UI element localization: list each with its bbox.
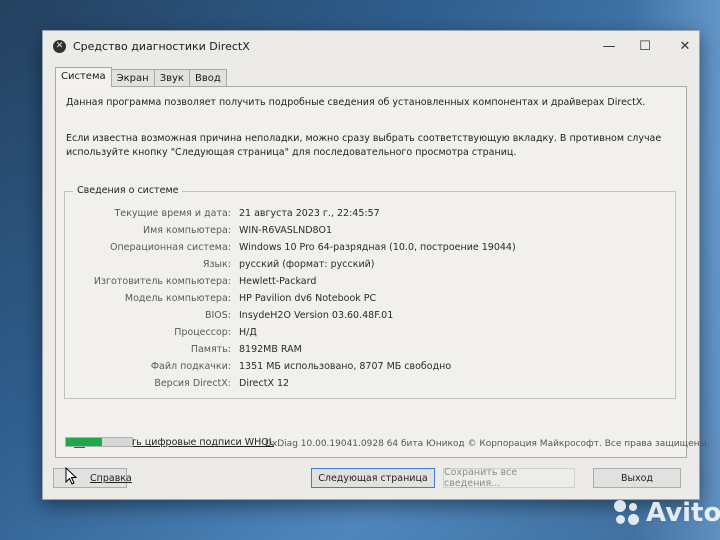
tab-display[interactable]: Экран xyxy=(110,69,155,87)
info-row-os: Операционная система: Windows 10 Pro 64-… xyxy=(65,242,665,258)
info-label: Текущие время и дата: xyxy=(114,208,231,219)
title-bar[interactable]: ✕ Средство диагностики DirectX — ☐ ✕ xyxy=(43,31,699,61)
info-row-pagefile: Файл подкачки: 1351 МБ использовано, 870… xyxy=(65,361,665,377)
progress-bar xyxy=(65,437,133,447)
info-row-computer-name: Имя компьютера: WIN-R6VASLND8O1 xyxy=(65,225,665,241)
avito-watermark: Avito xyxy=(612,498,720,528)
system-info-title: Сведения о системе xyxy=(73,185,183,196)
close-button[interactable]: ✕ xyxy=(675,37,695,55)
window-title: Средство диагностики DirectX xyxy=(73,39,250,53)
info-row-language: Язык: русский (формат: русский) xyxy=(65,259,665,275)
info-value: HP Pavilion dv6 Notebook PC xyxy=(239,293,377,304)
tab-sound[interactable]: Звук xyxy=(153,69,190,87)
info-label: Версия DirectX: xyxy=(154,378,231,389)
maximize-button[interactable]: ☐ xyxy=(635,37,655,55)
tab-system[interactable]: Система xyxy=(55,67,112,87)
info-value: WIN-R6VASLND8O1 xyxy=(239,225,333,236)
avito-logo-icon xyxy=(612,498,642,528)
info-label: Изготовитель компьютера: xyxy=(93,276,231,287)
info-row-datetime: Текущие время и дата: 21 августа 2023 г.… xyxy=(65,208,665,224)
minimize-button[interactable]: — xyxy=(599,37,619,55)
avito-watermark-text: Avito xyxy=(646,498,720,528)
info-row-processor: Процессор: Н/Д xyxy=(65,327,665,343)
info-value: DirectX 12 xyxy=(239,378,290,389)
hint-text: Если известна возможная причина неполадк… xyxy=(66,133,662,158)
info-row-directx-version: Версия DirectX: DirectX 12 xyxy=(65,378,665,394)
copyright-text: DxDiag 10.00.19041.0928 64 бита Юникод ©… xyxy=(265,439,710,449)
info-row-model: Модель компьютера: HP Pavilion dv6 Noteb… xyxy=(65,293,665,309)
tab-input[interactable]: Ввод xyxy=(188,69,227,87)
next-page-button[interactable]: Следующая страница xyxy=(311,468,435,488)
exit-button[interactable]: Выход xyxy=(593,468,681,488)
info-value: русский (формат: русский) xyxy=(239,259,375,270)
info-value: Н/Д xyxy=(239,327,257,338)
info-label: Процессор: xyxy=(174,327,231,338)
info-value: Windows 10 Pro 64-разрядная (10.0, постр… xyxy=(239,242,516,253)
info-value: 1351 МБ использовано, 8707 МБ свободно xyxy=(239,361,452,372)
info-value: 8192MB RAM xyxy=(239,344,302,355)
intro-text: Данная программа позволяет получить подр… xyxy=(66,97,646,108)
info-label: Модель компьютера: xyxy=(124,293,231,304)
info-label: Память: xyxy=(190,344,231,355)
system-tab-panel: Данная программа позволяет получить подр… xyxy=(55,86,687,458)
mouse-cursor-icon xyxy=(65,467,77,485)
info-row-bios: BIOS: InsydeH2O Version 03.60.48F.01 xyxy=(65,310,665,326)
info-label: BIOS: xyxy=(204,310,231,321)
save-all-info-button[interactable]: Сохранить все сведения... xyxy=(443,467,575,489)
info-label: Операционная система: xyxy=(109,242,231,253)
info-row-memory: Память: 8192MB RAM xyxy=(65,344,665,360)
info-value: 21 августа 2023 г., 22:45:57 xyxy=(239,208,380,219)
dxdiag-window: ✕ Средство диагностики DirectX — ☐ ✕ Сис… xyxy=(42,30,710,500)
info-row-manufacturer: Изготовитель компьютера: Hewlett-Packard xyxy=(65,276,665,292)
info-label: Имя компьютера: xyxy=(143,225,231,236)
progress-fill xyxy=(66,438,103,446)
info-value: Hewlett-Packard xyxy=(239,276,317,287)
info-value: InsydeH2O Version 03.60.48F.01 xyxy=(239,310,394,321)
info-label: Язык: xyxy=(202,259,231,270)
tab-bar: Система Экран Звук Ввод xyxy=(55,67,227,87)
info-label: Файл подкачки: xyxy=(150,361,231,372)
directx-app-icon: ✕ xyxy=(53,39,66,53)
system-info-group: Сведения о системе Текущие время и дата:… xyxy=(64,185,676,399)
